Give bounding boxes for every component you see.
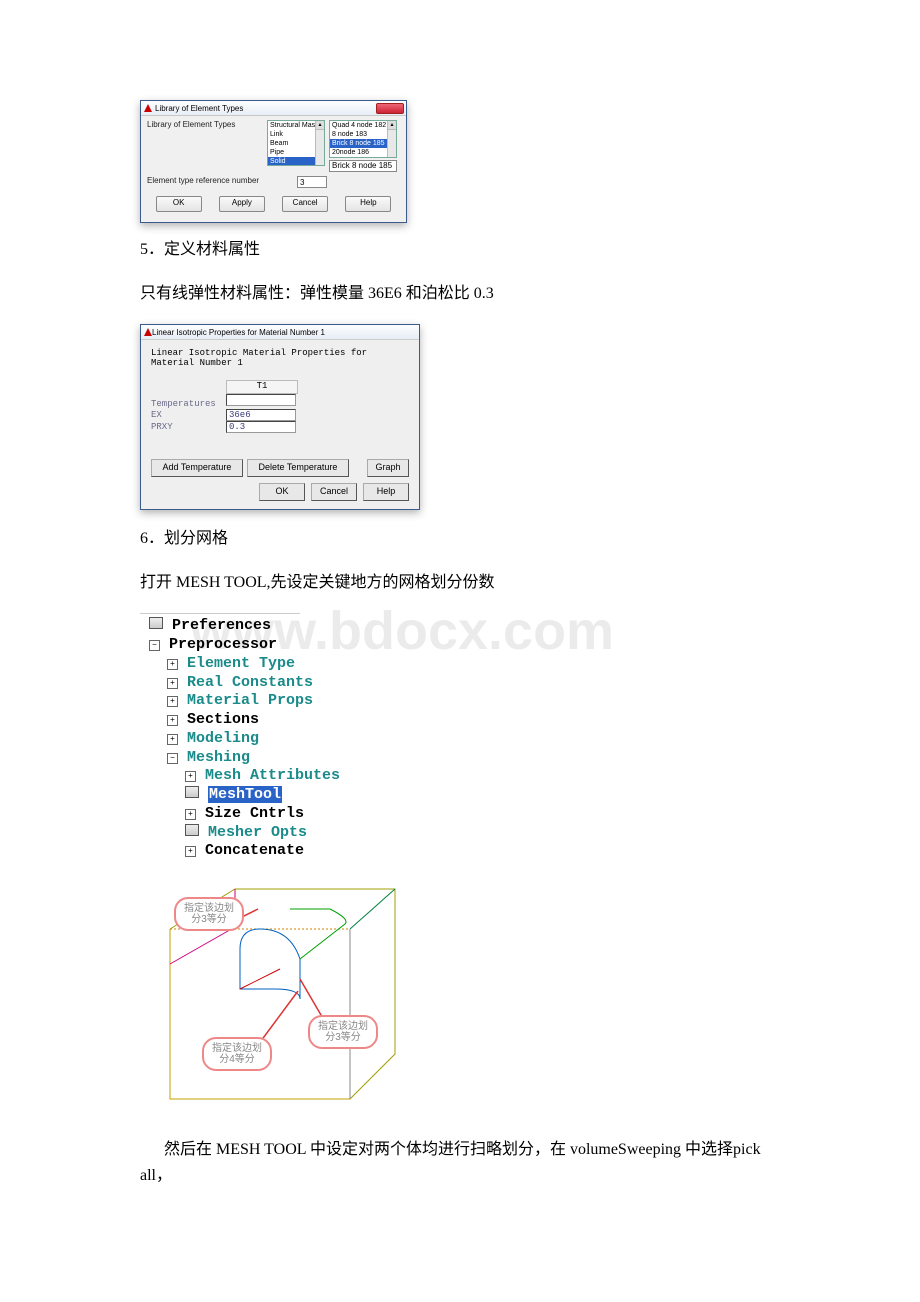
expand-icon[interactable]: + xyxy=(167,734,178,745)
apply-button[interactable]: Apply xyxy=(219,196,265,212)
section-6-body: 打开 MESH TOOL,先设定关键地方的网格划分份数 xyxy=(140,570,780,596)
tree-material-props[interactable]: Material Props xyxy=(187,692,313,709)
expand-icon[interactable]: + xyxy=(185,846,196,857)
graph-button[interactable]: Graph xyxy=(367,459,409,477)
collapse-icon[interactable]: − xyxy=(167,753,178,764)
dialog-heading: Linear Isotropic Material Properties for… xyxy=(151,348,409,368)
ref-number-label: Element type reference number xyxy=(147,176,297,185)
row-label: EX xyxy=(151,410,226,420)
ansys-logo-icon xyxy=(144,104,152,112)
section-6-title: 6．划分网格 xyxy=(140,526,780,552)
section-5-title: 5．定义材料属性 xyxy=(140,237,780,263)
tree-meshtool[interactable]: MeshTool xyxy=(208,786,282,803)
section-5-body: 只有线弹性材料属性：弹性模量 36E6 和泊松比 0.3 xyxy=(140,281,780,307)
dialog-titlebar: Library of Element Types xyxy=(141,101,406,116)
tree-meshing[interactable]: Meshing xyxy=(187,749,250,766)
expand-icon[interactable]: + xyxy=(167,659,178,670)
ref-number-input[interactable] xyxy=(297,176,327,188)
cancel-button[interactable]: Cancel xyxy=(311,483,357,501)
tool-icon xyxy=(185,824,199,836)
library-label: Library of Element Types xyxy=(147,120,267,129)
ex-input[interactable]: 36e6 xyxy=(226,409,296,421)
delete-temperature-button[interactable]: Delete Temperature xyxy=(247,459,349,477)
tree-concatenate[interactable]: Concatenate xyxy=(205,842,304,859)
list-item[interactable]: concret 65 xyxy=(330,157,396,158)
element-listbox[interactable]: Quad 4 node 182 8 node 183 Brick 8 node … xyxy=(329,120,397,158)
preprocessor-tree: Preferences − Preprocessor + Element Typ… xyxy=(140,613,780,861)
expand-icon[interactable]: + xyxy=(167,696,178,707)
close-icon[interactable] xyxy=(376,103,404,114)
dialog-title: Linear Isotropic Properties for Material… xyxy=(152,328,325,337)
tree-preferences[interactable]: Preferences xyxy=(172,617,271,634)
mesh-wireframe-diagram: 指定该边划分3等分 指定该边划分4等分 指定该边划分3等分 xyxy=(140,869,408,1119)
expand-icon[interactable]: + xyxy=(185,771,196,782)
tree-mesher-opts[interactable]: Mesher Opts xyxy=(208,824,307,841)
preferences-icon xyxy=(149,617,163,629)
callout-edge-3b: 指定该边划分3等分 xyxy=(308,1015,378,1049)
tree-real-constants[interactable]: Real Constants xyxy=(187,674,313,691)
callout-edge-4: 指定该边划分4等分 xyxy=(202,1037,272,1071)
help-button[interactable]: Help xyxy=(345,196,391,212)
prxy-input[interactable]: 0.3 xyxy=(226,421,296,433)
closing-paragraph: 然后在 MESH TOOL 中设定对两个体均进行扫略划分，在 volumeSwe… xyxy=(140,1137,780,1188)
tree-mesh-attributes[interactable]: Mesh Attributes xyxy=(205,767,340,784)
cancel-button[interactable]: Cancel xyxy=(282,196,328,212)
ok-button[interactable]: OK xyxy=(156,196,202,212)
dialog-titlebar: Linear Isotropic Properties for Material… xyxy=(141,325,419,340)
expand-icon[interactable]: + xyxy=(185,809,196,820)
row-label: Temperatures xyxy=(151,399,226,409)
tree-element-type[interactable]: Element Type xyxy=(187,655,295,672)
tool-icon xyxy=(185,786,199,798)
row-label: PRXY xyxy=(151,422,226,432)
dialog-title: Library of Element Types xyxy=(155,104,243,113)
library-element-types-dialog: Library of Element Types Library of Elem… xyxy=(140,100,407,223)
tree-preprocessor[interactable]: Preprocessor xyxy=(169,636,277,653)
tree-modeling[interactable]: Modeling xyxy=(187,730,259,747)
column-header: T1 xyxy=(226,380,298,394)
collapse-icon[interactable]: − xyxy=(149,640,160,651)
category-listbox[interactable]: Structural Mass Link Beam Pipe Solid She… xyxy=(267,120,325,166)
expand-icon[interactable]: + xyxy=(167,678,178,689)
selected-element-display: Brick 8 node 185 xyxy=(329,160,397,172)
help-button[interactable]: Help xyxy=(363,483,409,501)
ansys-logo-icon xyxy=(144,328,152,336)
add-temperature-button[interactable]: Add Temperature xyxy=(151,459,243,477)
tree-sections[interactable]: Sections xyxy=(187,711,259,728)
ok-button[interactable]: OK xyxy=(259,483,305,501)
callout-edge-3a: 指定该边划分3等分 xyxy=(174,897,244,931)
tree-size-cntrls[interactable]: Size Cntrls xyxy=(205,805,304,822)
temperature-input[interactable] xyxy=(226,394,296,406)
expand-icon[interactable]: + xyxy=(167,715,178,726)
isotropic-properties-dialog: Linear Isotropic Properties for Material… xyxy=(140,324,420,510)
